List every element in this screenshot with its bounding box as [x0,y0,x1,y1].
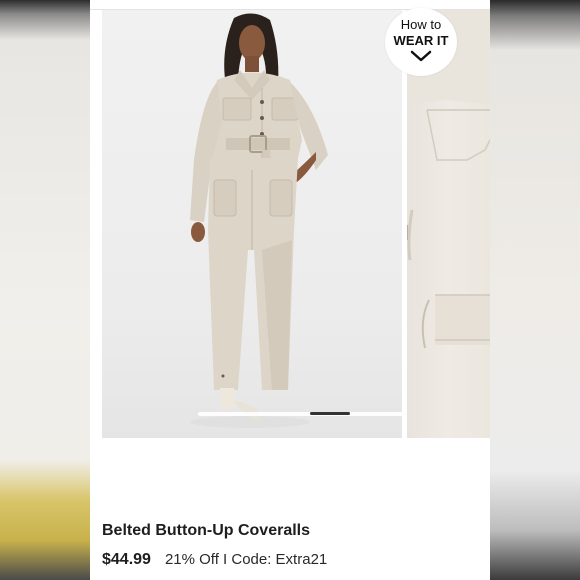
gallery-scrubber-track[interactable] [198,412,402,416]
product-price: $44.99 [102,551,151,568]
product-screen: How to WEAR IT Belted Button-Up Coverall… [90,0,490,580]
how-to-wear-it-button[interactable]: How to WEAR IT [385,8,457,76]
model-figure-image [190,13,328,428]
chevron-down-icon [410,50,432,62]
blurred-backdrop-left [0,0,90,580]
product-title: Belted Button-Up Coveralls [102,522,311,539]
badge-line-1: How to [400,17,442,32]
price-row: $44.99 21% Off I Code: Extra21 [102,551,327,569]
product-photo-main[interactable] [102,10,402,438]
badge-line-2: WEAR IT [393,33,449,48]
gallery-scrubber-thumb[interactable] [310,412,350,415]
blurred-backdrop-right [490,0,580,580]
promo-code-text: 21% Off I Code: Extra21 [164,551,328,568]
